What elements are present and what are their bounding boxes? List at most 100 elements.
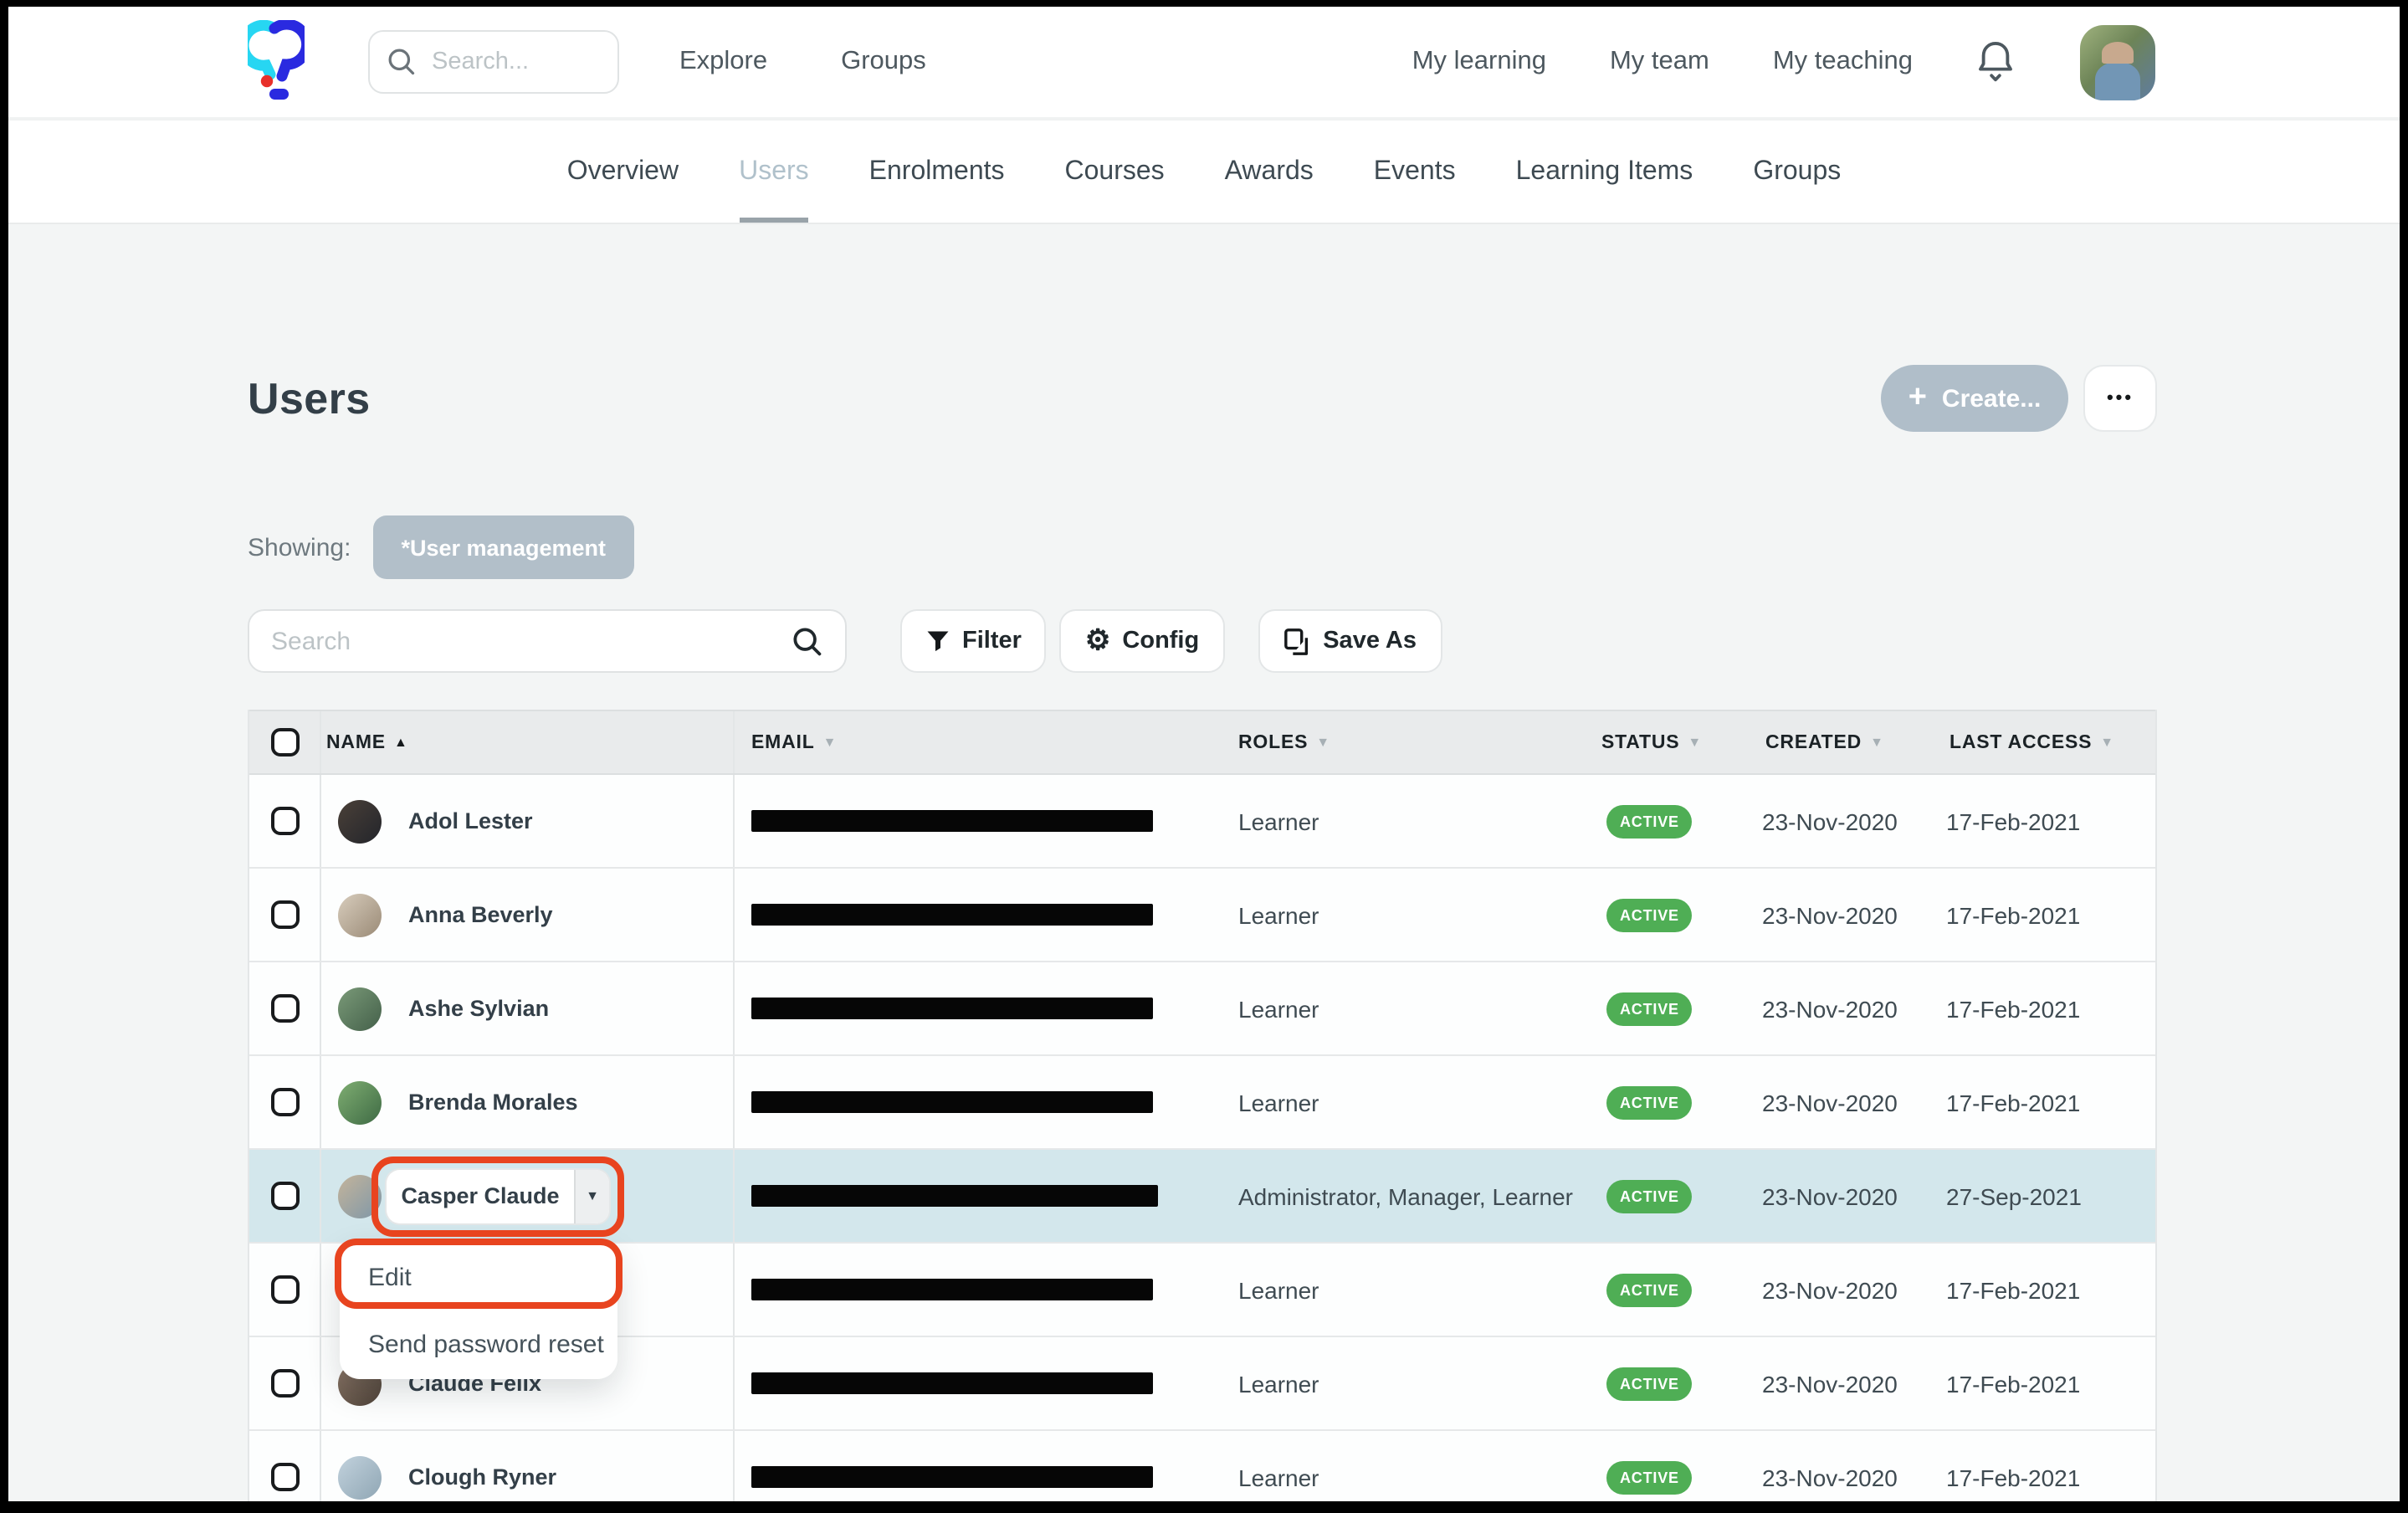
redacted-email	[751, 1091, 1153, 1113]
redacted-email	[751, 810, 1153, 832]
sort-icon: ▼	[1870, 735, 1884, 750]
select-all-checkbox[interactable]	[270, 728, 299, 756]
tab-overview[interactable]: Overview	[567, 121, 679, 223]
user-name[interactable]: Anna Beverly	[408, 902, 553, 927]
tab-enrolments[interactable]: Enrolments	[869, 121, 1005, 223]
users-table: NAME▲ EMAIL▼ ROLES▼ STATUS▼ CREATED▼	[248, 710, 2157, 1501]
last-access-date: 17-Feb-2021	[1941, 1244, 2159, 1336]
tab-users[interactable]: Users	[739, 121, 809, 223]
last-access-date: 27-Sep-2021	[1941, 1150, 2159, 1242]
table-search-input[interactable]	[271, 627, 792, 655]
row-checkbox[interactable]	[270, 1088, 299, 1116]
status-badge: ACTIVE	[1606, 1179, 1693, 1213]
row-actions-menu: Edit Send password reset	[340, 1242, 617, 1379]
user-actions-dropdown[interactable]: Casper Claude ▼	[387, 1169, 609, 1223]
user-avatar	[338, 987, 382, 1030]
create-button[interactable]: + Create...	[1881, 365, 2068, 432]
table-row[interactable]: Ashe Sylvian Learner ACTIVE 23-Nov-2020 …	[249, 962, 2155, 1056]
redacted-email	[751, 1279, 1153, 1300]
table-row[interactable]: Anna Beverly Learner ACTIVE 23-Nov-2020 …	[249, 869, 2155, 962]
row-checkbox[interactable]	[270, 1275, 299, 1304]
app-logo-lightbulb-icon[interactable]	[248, 20, 305, 104]
user-name[interactable]: Adol Lester	[408, 808, 533, 833]
config-button[interactable]: ⚙ Config	[1060, 609, 1224, 673]
nav-link-my-teaching[interactable]: My teaching	[1773, 47, 1913, 77]
status-badge: ACTIVE	[1606, 898, 1693, 931]
user-roles: Learner	[1233, 1244, 1593, 1336]
user-roles: Learner	[1233, 869, 1593, 961]
global-search-input[interactable]: Search...	[368, 30, 619, 94]
created-date: 23-Nov-2020	[1757, 1150, 1941, 1242]
plus-icon: +	[1908, 381, 1927, 413]
column-header-created[interactable]: CREATED▼	[1757, 711, 1941, 773]
tab-events[interactable]: Events	[1374, 121, 1456, 223]
top-nav: Search... Explore Groups My learning My …	[8, 7, 2400, 121]
table-row[interactable]: Adol Lester Learner ACTIVE 23-Nov-2020 1…	[249, 775, 2155, 869]
table-row[interactable]: Clough Ryner Learner ACTIVE 23-Nov-2020 …	[249, 1431, 2155, 1501]
search-icon	[387, 47, 417, 77]
user-roles: Administrator, Manager, Learner	[1233, 1150, 1593, 1242]
nav-link-explore[interactable]: Explore	[679, 47, 767, 77]
tab-groups[interactable]: Groups	[1753, 121, 1841, 223]
tab-courses[interactable]: Courses	[1065, 121, 1165, 223]
notifications-bell-icon[interactable]	[1976, 40, 2016, 84]
table-row[interactable]: Brenda Morales Learner ACTIVE 23-Nov-202…	[249, 1056, 2155, 1150]
created-date: 23-Nov-2020	[1757, 1431, 1941, 1501]
user-name[interactable]: Brenda Morales	[408, 1090, 578, 1115]
filter-button[interactable]: Filter	[900, 609, 1047, 673]
menu-item-edit[interactable]: Edit	[340, 1244, 617, 1310]
column-header-last-access[interactable]: LAST ACCESS▼	[1941, 711, 2159, 773]
nav-link-my-learning[interactable]: My learning	[1412, 47, 1546, 77]
nav-link-my-team[interactable]: My team	[1610, 47, 1709, 77]
row-checkbox[interactable]	[270, 1369, 299, 1398]
redacted-email	[751, 1372, 1153, 1394]
column-header-status[interactable]: STATUS▼	[1593, 711, 1757, 773]
table-row-selected[interactable]: Casper Claude ▼ Administrator, Manager, …	[249, 1150, 2155, 1244]
last-access-date: 17-Feb-2021	[1941, 1431, 2159, 1501]
user-avatar	[338, 1080, 382, 1124]
active-filter-chip[interactable]: *User management	[372, 515, 634, 579]
column-header-email[interactable]: EMAIL▼	[735, 711, 1233, 773]
last-access-date: 17-Feb-2021	[1941, 962, 2159, 1054]
global-search-placeholder: Search...	[432, 49, 529, 75]
sort-icon: ▼	[823, 735, 838, 750]
created-date: 23-Nov-2020	[1757, 775, 1941, 867]
tab-awards[interactable]: Awards	[1225, 121, 1314, 223]
user-name[interactable]: Casper Claude	[387, 1169, 574, 1223]
more-actions-button[interactable]: •••	[2083, 365, 2157, 432]
sort-icon: ▼	[1316, 735, 1330, 750]
last-access-date: 17-Feb-2021	[1941, 1056, 2159, 1148]
last-access-date: 17-Feb-2021	[1941, 1337, 2159, 1429]
row-checkbox[interactable]	[270, 900, 299, 929]
chevron-down-icon[interactable]: ▼	[574, 1169, 609, 1223]
status-badge: ACTIVE	[1606, 804, 1693, 838]
column-header-roles[interactable]: ROLES▼	[1233, 711, 1593, 773]
row-checkbox[interactable]	[270, 1182, 299, 1210]
status-badge: ACTIVE	[1606, 1367, 1693, 1400]
menu-item-send-password-reset[interactable]: Send password reset	[340, 1310, 617, 1377]
user-avatar[interactable]	[2080, 24, 2155, 100]
section-tabs: Overview Users Enrolments Courses Awards…	[8, 121, 2400, 224]
status-badge: ACTIVE	[1606, 1273, 1693, 1306]
user-roles: Learner	[1233, 1431, 1593, 1501]
user-avatar	[338, 1455, 382, 1499]
search-icon	[792, 625, 823, 657]
column-header-name[interactable]: NAME▲	[321, 711, 735, 773]
redacted-email	[751, 998, 1153, 1019]
sort-icon: ▼	[2100, 735, 2114, 750]
user-name[interactable]: Ashe Sylvian	[408, 996, 549, 1021]
row-checkbox[interactable]	[270, 807, 299, 835]
created-date: 23-Nov-2020	[1757, 1337, 1941, 1429]
status-badge: ACTIVE	[1606, 1085, 1693, 1119]
user-roles: Learner	[1233, 775, 1593, 867]
user-name[interactable]: Clough Ryner	[408, 1464, 556, 1490]
row-checkbox[interactable]	[270, 1463, 299, 1491]
save-as-button[interactable]: Save As	[1258, 609, 1442, 673]
tab-learning-items[interactable]: Learning Items	[1516, 121, 1693, 223]
redacted-email	[751, 1466, 1153, 1488]
nav-link-groups[interactable]: Groups	[841, 47, 926, 77]
user-avatar	[338, 893, 382, 936]
row-checkbox[interactable]	[270, 994, 299, 1023]
user-avatar	[338, 1174, 382, 1218]
table-search-field[interactable]	[248, 609, 847, 673]
